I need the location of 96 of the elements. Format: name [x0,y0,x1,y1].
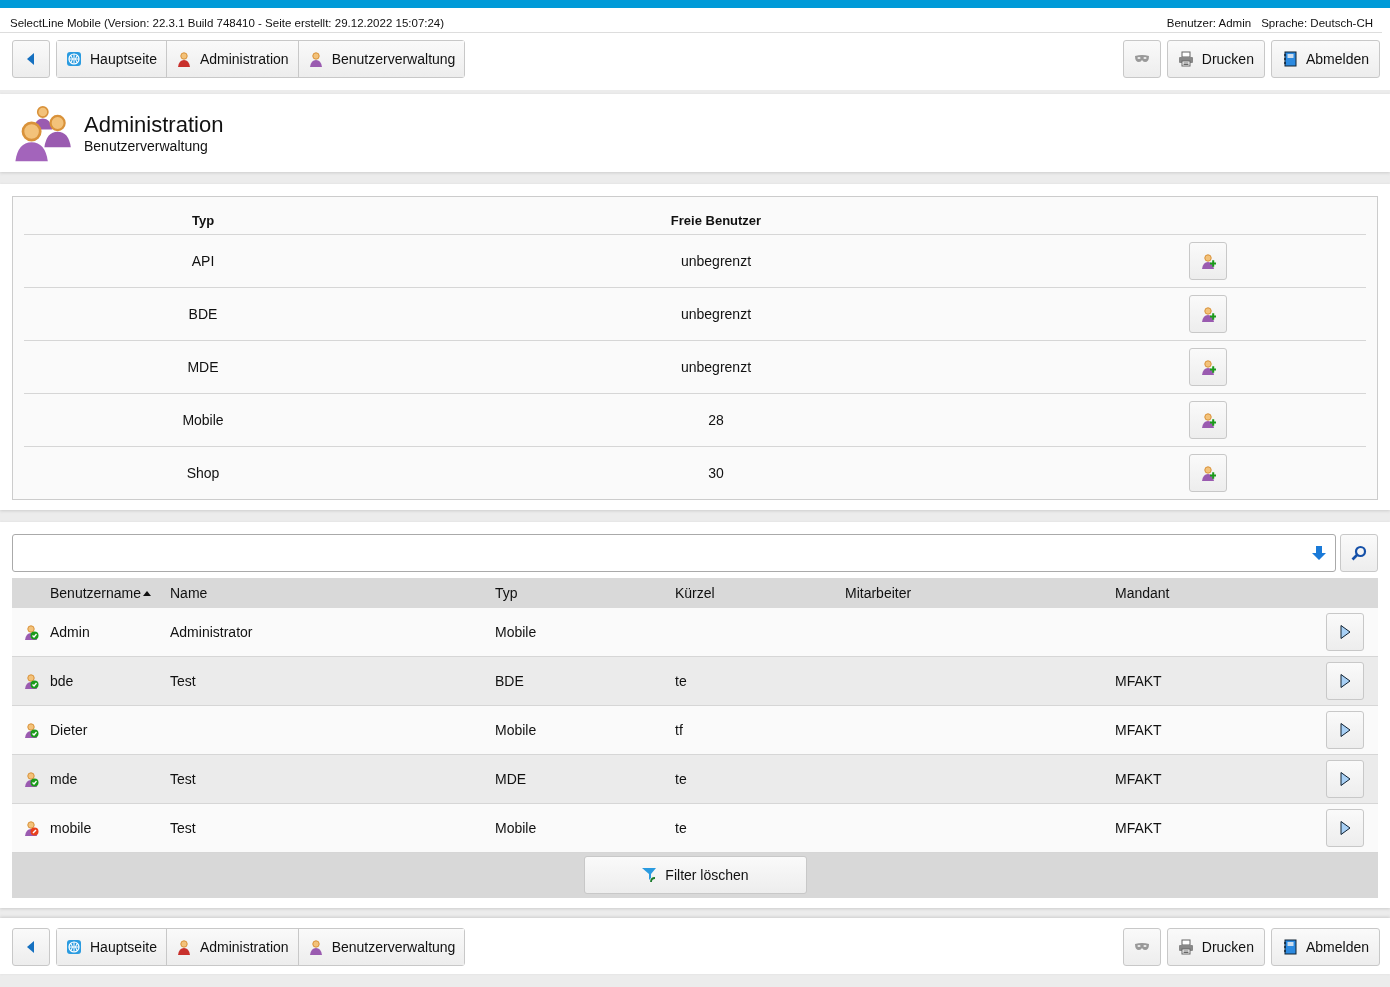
print-button[interactable]: Drucken [1166,40,1265,78]
column-header[interactable]: Mandant [1115,585,1326,601]
language-info: Sprache: Deutsch-CH [1261,17,1373,29]
table-cell-text: BDE [495,673,525,689]
notebook-icon [1281,939,1298,955]
table-cell-text: BDE [187,306,219,322]
add-user-icon [1200,253,1216,269]
table-cell-text: Shop [185,465,221,481]
printer-icon [1177,51,1194,67]
table-cell-text: Mobile [495,624,538,640]
person-icon [175,939,192,955]
table-cell-text: MFAKT [1115,722,1163,738]
column-header: Typ [190,213,216,228]
table-cell-text: Test [170,673,197,689]
add-user-button[interactable] [1189,242,1227,280]
table-cell-text: tf [675,722,684,738]
notebook-icon [1281,51,1298,67]
logout-button[interactable]: Abmelden [1270,40,1380,78]
search-icon [1351,545,1367,561]
open-button[interactable] [1326,760,1364,798]
table-cell-text: Mobile [181,412,225,428]
table-cell-text: unbegrenzt [679,359,753,375]
add-user-button[interactable] [1189,295,1227,333]
table-cell-text: te [675,771,688,787]
open-button[interactable] [1326,613,1364,651]
table-cell-text: te [675,673,688,689]
version-info: SelectLine Mobile (Version: 22.3.1 Build 748410 - Seite erstellt: 29.12.2022 15:07:24) [10,17,445,29]
table-cell-text: Administrator [170,624,254,640]
table-cell-text: bde [50,673,75,689]
mask-button[interactable] [1122,40,1161,78]
open-button[interactable] [1326,662,1364,700]
down-arrow-icon [1311,545,1327,561]
play-arrow-icon [1337,624,1353,640]
printer-icon [1177,939,1194,955]
add-user-icon [1200,465,1216,481]
add-user-icon [1200,306,1216,322]
page-subtitle: Benutzerverwaltung [84,138,209,154]
breadcrumb-link[interactable]: Benutzerverwaltung [298,929,465,965]
add-user-icon [1200,359,1216,375]
open-button[interactable] [1326,711,1364,749]
add-user-button[interactable] [1189,454,1227,492]
table-cell-text: mde [50,771,79,787]
add-user-button[interactable] [1189,401,1227,439]
add-user-icon [1200,412,1216,428]
table-cell-text: Dieter [50,722,89,738]
play-arrow-icon [1337,820,1353,836]
breadcrumb-link[interactable]: Benutzerverwaltung [298,41,465,77]
table-cell-text: MFAKT [1115,820,1163,836]
table-cell-text: unbegrenzt [679,253,753,269]
table-cell-text: Mobile [495,820,538,836]
search-button[interactable] [1340,534,1378,572]
person-icon [307,939,324,955]
column-header[interactable]: Kürzel [675,585,845,601]
column-header[interactable]: Benutzername [50,585,170,601]
page-title: Administration [84,112,224,138]
column-header[interactable]: Mitarbeiter [845,585,1115,601]
breadcrumb-link[interactable]: Hauptseite [57,41,167,77]
table-cell-text: MFAKT [1115,771,1163,787]
table-cell-text: 28 [707,412,725,428]
table-cell-text: Test [170,820,197,836]
table-cell-text: Admin [50,624,91,640]
person-icon [307,51,324,67]
globe-icon [66,51,82,67]
table-cell-text: MDE [495,771,528,787]
table-cell-text: MFAKT [1115,673,1163,689]
play-arrow-icon [1337,673,1353,689]
clear-filter-button[interactable]: Filter löschen [583,856,807,894]
table-cell-text: te [675,820,688,836]
play-arrow-icon [1337,771,1353,787]
table-cell-text: Mobile [495,722,538,738]
mask-button[interactable] [1122,928,1161,966]
table-cell-text: unbegrenzt [679,306,753,322]
play-arrow-icon [1337,722,1353,738]
globe-icon [66,939,82,955]
column-header[interactable]: Name [170,585,495,601]
back-button[interactable] [12,928,50,966]
breadcrumb-link[interactable]: Hauptseite [57,929,167,965]
table-cell-text: Test [170,771,197,787]
column-header: Freie Benutzer [669,213,763,228]
table-cell-text: API [190,253,216,269]
open-button[interactable] [1326,809,1364,847]
table-cell-text: 30 [707,465,725,481]
back-button[interactable] [12,40,50,78]
user-info: Benutzer: Admin [1166,17,1252,29]
add-user-button[interactable] [1189,348,1227,386]
logout-button[interactable]: Abmelden [1270,928,1380,966]
breadcrumb-link[interactable]: Administration [166,929,299,965]
person-icon [175,51,192,67]
search-field[interactable] [12,534,1336,572]
breadcrumb-link[interactable]: Administration [166,41,299,77]
sort-icon [143,590,152,596]
print-button[interactable]: Drucken [1166,928,1265,966]
table-cell-text: mobile [50,820,93,836]
column-header[interactable]: Typ [495,585,675,601]
funnel-icon [641,867,658,883]
table-cell-text: MDE [186,359,220,375]
